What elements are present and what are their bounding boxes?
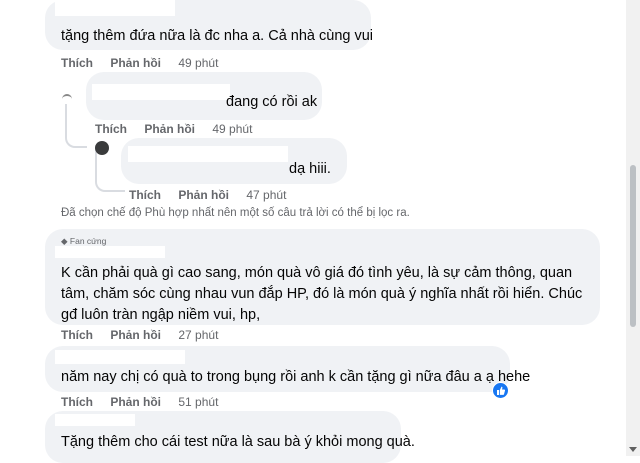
filter-note: Đã chọn chế độ Phù hợp nhất nên một số c… (61, 207, 410, 219)
redacted-author-name (92, 84, 230, 100)
thread-line (65, 104, 87, 148)
diamond-icon: ◆ (61, 236, 68, 246)
reply-button[interactable]: Phản hồi (110, 395, 161, 409)
comment-actions: Thích Phản hồi 49 phút (61, 56, 232, 70)
redacted-author-name (55, 414, 135, 426)
reply-text: đang có rồi ak (226, 94, 318, 110)
like-button[interactable]: Thích (61, 56, 93, 70)
like-button[interactable]: Thích (61, 328, 93, 342)
comment-text: Tặng thêm cho cái test nữa là sau bà ý k… (61, 434, 415, 450)
comment-text: tặng thêm đứa nữa là đc nha a. Cả nhà cù… (61, 28, 374, 44)
redacted-author-name (55, 0, 175, 16)
reply-actions: Thích Phản hồi 49 phút (95, 122, 266, 136)
comment-time[interactable]: 49 phút (178, 56, 218, 70)
reply-time[interactable]: 47 phút (246, 188, 286, 202)
like-button[interactable]: Thích (95, 122, 127, 136)
reply-button[interactable]: Phản hồi (144, 122, 195, 136)
scroll-down-icon[interactable] (629, 447, 637, 452)
avatar (95, 141, 109, 155)
comment-actions: Thích Phản hồi 27 phút (61, 328, 232, 342)
comment-time[interactable]: 51 phút (178, 395, 218, 409)
like-reaction-icon[interactable] (492, 382, 509, 399)
reply-text: dạ hiii. (289, 161, 331, 177)
reply-time[interactable]: 49 phút (212, 122, 252, 136)
redacted-author-name (128, 146, 288, 162)
reply-actions: Thích Phản hồi 47 phút (129, 188, 300, 202)
comment-actions: Thích Phản hồi 51 phút (61, 395, 232, 409)
reply-button[interactable]: Phản hồi (178, 188, 229, 202)
like-button[interactable]: Thích (129, 188, 161, 202)
scrollbar-thumb[interactable] (630, 165, 636, 327)
like-button[interactable]: Thích (61, 395, 93, 409)
reply-button[interactable]: Phản hồi (110, 328, 161, 342)
comment-text: K cần phải quà gì cao sang, món quà vô g… (61, 265, 583, 323)
comment-time[interactable]: 27 phút (178, 328, 218, 342)
redacted-author-name (55, 246, 165, 258)
redacted-author-name (55, 350, 185, 364)
fan-badge-label: Fan cứng (69, 236, 107, 246)
scrollbar[interactable] (626, 0, 640, 456)
reply-button[interactable]: Phản hồi (110, 56, 161, 70)
avatar (62, 94, 72, 102)
comment-text: năm nay chị có quà to trong bụng rồi anh… (61, 369, 531, 385)
